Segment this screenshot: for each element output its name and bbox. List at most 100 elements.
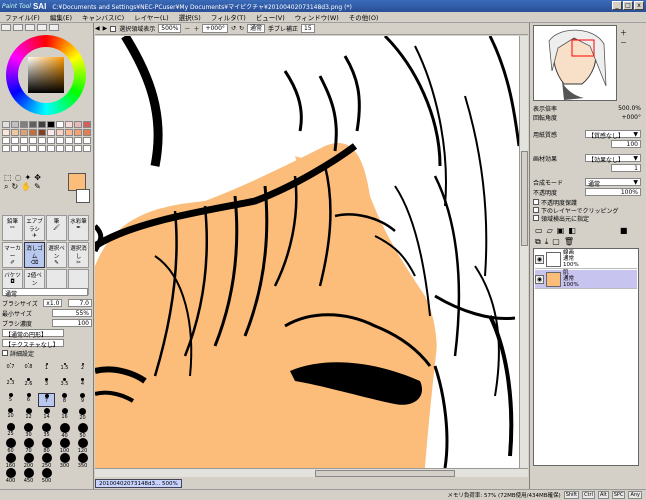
brush-size-preset[interactable]: 400 <box>2 468 19 484</box>
zoom-field[interactable]: 500% <box>158 24 182 33</box>
brush-size-preset[interactable]: 60 <box>2 438 19 454</box>
paper-texture-select[interactable]: 【質感なし】 ▼ <box>585 130 641 140</box>
brush-size-preset[interactable]: 6 <box>20 393 37 407</box>
rgb-slider-tab[interactable] <box>13 24 23 31</box>
tool-pencil[interactable]: 鉛筆 ✏ <box>2 215 23 241</box>
layer-blend-select[interactable]: 通常 ▼ <box>585 178 641 188</box>
brush-shape-select[interactable]: 【通常の円形】 <box>2 329 64 339</box>
effect-value[interactable]: 1 <box>611 164 641 172</box>
nav-forward-icon[interactable]: ▶ <box>103 25 108 32</box>
brush-size-preset[interactable]: 200 <box>20 453 37 469</box>
zoom-in-icon[interactable]: ＋ <box>193 24 199 33</box>
tool-brush[interactable]: 筆 🖌 <box>46 215 67 241</box>
brush-size-preset[interactable]: 70 <box>20 438 37 454</box>
brush-size-preset[interactable]: 120 <box>74 438 91 454</box>
minimize-button[interactable]: _ <box>612 1 622 10</box>
brush-size-preset[interactable]: 500 <box>38 468 55 484</box>
brush-size-preset[interactable]: 350 <box>74 453 91 469</box>
navigator-preview[interactable] <box>533 25 617 101</box>
magic-wand-icon[interactable]: ✦ <box>25 173 32 182</box>
scratchpad-tab[interactable] <box>49 24 59 31</box>
tool-watercolor[interactable]: 水彩筆 ✒ <box>68 215 89 241</box>
rotation-field[interactable]: +000° <box>202 24 228 33</box>
navigator-zoom-in-icon[interactable]: ＋ <box>620 28 627 38</box>
brush-size-preset[interactable]: 250 <box>38 453 55 469</box>
brush-size-value[interactable]: 7.0 <box>67 299 92 307</box>
maximize-button[interactable]: □ <box>623 1 633 10</box>
detail-checkbox[interactable] <box>2 350 8 356</box>
selection-rect-icon[interactable]: ⬚ <box>4 173 12 182</box>
visibility-eye-icon[interactable]: ◉ <box>535 274 544 284</box>
paper-value[interactable]: 100 <box>611 140 641 148</box>
menu-select[interactable]: 選択(S) <box>174 12 206 22</box>
brush-size-preset[interactable]: 1 <box>38 363 55 377</box>
tool-select-eraser[interactable]: 選択消し ✂ <box>68 242 89 268</box>
zoom-icon[interactable]: ⌕ <box>4 182 8 192</box>
brush-size-preset[interactable]: 10 <box>2 408 19 422</box>
menu-window[interactable]: ウィンドウ(W) <box>290 12 344 22</box>
vertical-scrollbar[interactable] <box>519 36 528 468</box>
hand-icon[interactable]: ✋ <box>21 182 31 192</box>
nav-zoom-value[interactable]: 500.0% <box>618 105 641 112</box>
menu-file[interactable]: ファイル(F) <box>0 12 45 22</box>
brush-size-preset[interactable]: 0.7 <box>2 363 19 377</box>
brush-size-preset[interactable]: 8 <box>56 393 73 407</box>
nav-rotate-value[interactable]: +000° <box>622 114 641 121</box>
color-swatches[interactable] <box>2 121 92 152</box>
hsv-slider-tab[interactable] <box>25 24 35 31</box>
mode-field[interactable]: 通常 <box>247 24 266 33</box>
brush-size-preset[interactable]: 12 <box>20 408 37 422</box>
rotate-left-icon[interactable]: ↺ <box>231 25 236 32</box>
brush-size-preset[interactable]: 160 <box>2 453 19 469</box>
brush-size-preset[interactable]: 40 <box>56 423 73 439</box>
tool-airbrush[interactable]: エアブラシ ✈ <box>24 215 45 241</box>
min-size-value[interactable]: 55% <box>52 309 92 317</box>
menu-view[interactable]: ビュー(V) <box>251 12 290 22</box>
tool-eraser[interactable]: 消しゴム ⌫ <box>24 242 45 268</box>
drawing-canvas[interactable] <box>95 36 519 468</box>
brush-size-preset[interactable]: 80 <box>38 438 55 454</box>
tool-select-pen[interactable]: 選択ペン ✎ <box>46 242 67 268</box>
layer-color-icon[interactable]: ■ <box>620 226 628 235</box>
brush-size-preset[interactable]: 3 <box>38 378 55 392</box>
opacity-value[interactable]: 100% <box>585 188 641 196</box>
layer-item-selected[interactable]: ◉ 肌通常 100% <box>535 270 637 289</box>
copy-layer-icon[interactable]: ⧉ <box>535 237 541 247</box>
brush-size-preset[interactable]: 7 <box>38 393 55 407</box>
brush-size-preset[interactable]: 0.8 <box>20 363 37 377</box>
layer-item[interactable]: ◉ 線画 通常 100% <box>535 250 637 269</box>
brush-size-preset[interactable]: 2.6 <box>20 378 37 392</box>
new-layer-icon[interactable]: ▭ <box>535 226 543 235</box>
rotate-right-icon[interactable]: ↻ <box>239 25 244 32</box>
stabilizer-field[interactable]: 15 <box>301 24 315 33</box>
protect-checkbox[interactable] <box>533 199 539 205</box>
lasso-icon[interactable]: ◌ <box>15 173 22 182</box>
brush-size-preset[interactable]: 5 <box>2 393 19 407</box>
brush-size-preset[interactable]: 4 <box>74 378 91 392</box>
brush-size-preset[interactable]: 2 <box>74 363 91 377</box>
brush-size-preset[interactable]: 9 <box>74 393 91 407</box>
swatch-tab[interactable] <box>37 24 47 31</box>
density-value[interactable]: 100 <box>52 319 92 327</box>
nav-back-icon[interactable]: ◀ <box>95 25 100 32</box>
menu-other[interactable]: その他(O) <box>344 12 384 22</box>
brush-size-preset[interactable]: 2.3 <box>2 378 19 392</box>
selection-show-checkbox[interactable] <box>110 25 117 32</box>
tool-marker[interactable]: マーカー ✐ <box>2 242 23 268</box>
menu-edit[interactable]: 編集(E) <box>45 12 77 22</box>
menu-filter[interactable]: フィルタ(T) <box>206 12 251 22</box>
brush-size-preset[interactable]: 300 <box>56 453 73 469</box>
brush-size-preset[interactable]: 1.5 <box>56 363 73 377</box>
brush-size-preset[interactable]: 450 <box>20 468 37 484</box>
saturation-value-square[interactable] <box>28 57 64 93</box>
tool-mode-field[interactable]: 通常 <box>2 288 88 298</box>
clip-checkbox[interactable] <box>533 207 539 213</box>
brush-size-preset[interactable]: 20 <box>74 408 91 422</box>
brush-size-preset[interactable]: 25 <box>2 423 19 437</box>
ref-checkbox[interactable] <box>533 215 539 221</box>
effect-select[interactable]: 【効果なし】 ▼ <box>585 154 641 164</box>
visibility-eye-icon[interactable]: ◉ <box>535 254 544 264</box>
brush-size-preset[interactable]: 100 <box>56 438 73 454</box>
menu-layer[interactable]: レイヤー(L) <box>129 12 174 22</box>
delete-layer-icon[interactable]: 🗑 <box>564 237 574 247</box>
